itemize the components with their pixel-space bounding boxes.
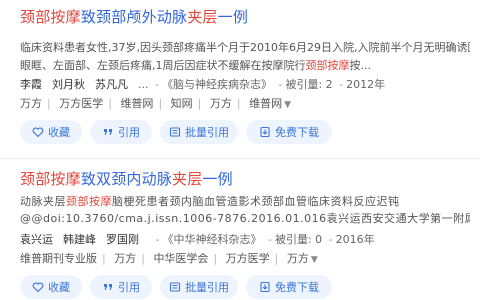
cited-count: 被引量: 2 bbox=[285, 78, 333, 91]
result-abstract: 动脉夹层颈部按摩脑梗死患者颈内脑血管造影术颈部血管临床资料反应迟钝 @@doi:… bbox=[20, 193, 470, 227]
title-text: 致双颈内动脉 bbox=[80, 170, 173, 188]
batch-icon bbox=[169, 282, 181, 292]
author-link[interactable]: 袁兴运 bbox=[20, 233, 53, 246]
abstract-line: 动脉夹层颈部按摩脑梗死患者颈内脑血管造影术颈部血管临床资料反应迟钝 bbox=[20, 193, 470, 210]
author-link[interactable]: 苏凡凡 bbox=[95, 78, 128, 91]
author-link[interactable]: 李霞 bbox=[20, 78, 42, 91]
source-link[interactable]: 万方 bbox=[287, 252, 309, 265]
result-divider bbox=[0, 158, 480, 159]
source-list: 万方 | 万方医学 | 维普网 | 知网 | 万方 | 维普网 ▼ bbox=[20, 97, 292, 110]
result-title-link[interactable]: 颈部按摩致双颈内动脉夹层一例 bbox=[20, 168, 233, 189]
batch-cite-button[interactable]: 批量引用 bbox=[160, 120, 238, 144]
abstract-text: 眼眶、左面部、左颈后疼痛,1周后因症状不缓解在按摩院行 bbox=[20, 59, 306, 72]
result-meta: 李霞 刘月秋 苏凡凡... - 《脑与神经疾病杂志》 - 被引量: 2 -2012年 bbox=[20, 78, 386, 91]
download-icon bbox=[260, 281, 270, 293]
title-highlight: 颈部按摩 bbox=[20, 8, 81, 26]
result-abstract: 临床资料患者女性,37岁,因头颈部疼痛半个月于2010年6月29日入院,入院前半… bbox=[20, 39, 470, 75]
author-link[interactable]: 罗国刚 bbox=[106, 233, 139, 246]
result-meta: 袁兴运 韩建峰 罗国刚 - 《中华神经科杂志》 - 被引量: 0 -2016年 bbox=[20, 233, 375, 246]
abstract-line: 眼眶、左面部、左颈后疼痛,1周后因症状不缓解在按摩院行颈部按摩按... bbox=[20, 57, 470, 75]
journal-link[interactable]: 《脑与神经疾病杂志》 bbox=[162, 78, 272, 91]
publish-year: 2016年 bbox=[335, 233, 375, 246]
source-link[interactable]: 万方 bbox=[20, 97, 42, 110]
batch-cite-button[interactable]: 批量引用 bbox=[160, 275, 238, 299]
author-link[interactable]: 刘月秋 bbox=[52, 78, 85, 91]
favorite-button[interactable]: 收藏 bbox=[20, 120, 82, 144]
cite-label: 引用 bbox=[118, 281, 140, 294]
result-actions: 收藏 引用 批量引用 免费下载 bbox=[20, 275, 332, 299]
source-list: 维普期刊专业版 | 万方 | 中华医学会 | 万方医学 | 万方 ▼ bbox=[20, 252, 318, 265]
quote-icon bbox=[104, 284, 112, 290]
batch-cite-label: 批量引用 bbox=[185, 126, 229, 139]
source-link[interactable]: 中华医学会 bbox=[153, 252, 208, 265]
abstract-line: 临床资料患者女性,37岁,因头颈部疼痛半个月于2010年6月29日入院,入院前半… bbox=[20, 41, 470, 54]
source-link[interactable]: 维普网 bbox=[120, 97, 153, 110]
free-download-button[interactable]: 免费下载 bbox=[246, 275, 332, 299]
title-highlight: 夹层 bbox=[187, 8, 218, 26]
chevron-down-icon[interactable]: ▼ bbox=[311, 255, 318, 265]
free-download-label: 免费下载 bbox=[275, 281, 319, 294]
abstract-highlight: 颈部按摩 bbox=[305, 59, 350, 72]
heart-icon bbox=[32, 282, 44, 293]
free-download-button[interactable]: 免费下载 bbox=[246, 120, 332, 144]
publish-year: 2012年 bbox=[346, 78, 386, 91]
favorite-label: 收藏 bbox=[48, 126, 70, 139]
source-link[interactable]: 万方医学 bbox=[226, 252, 270, 265]
result-title-link[interactable]: 颈部按摩致颈部颅外动脉夹层一例 bbox=[20, 6, 248, 27]
free-download-label: 免费下载 bbox=[275, 126, 319, 139]
abstract-text: 动脉夹层 bbox=[20, 195, 66, 208]
cite-label: 引用 bbox=[118, 126, 140, 139]
title-text: 致颈部颅外动脉 bbox=[80, 8, 188, 26]
abstract-text: 脑梗死患者颈内脑血管造影术颈部血管临床资料反应迟钝 bbox=[112, 195, 400, 208]
author-link[interactable]: 韩建峰 bbox=[63, 233, 96, 246]
cited-count: 被引量: 0 bbox=[274, 233, 323, 246]
journal-link[interactable]: 《中华神经科杂志》 bbox=[162, 233, 261, 246]
source-link[interactable]: 万方医学 bbox=[59, 97, 103, 110]
title-highlight: 夹层 bbox=[172, 170, 203, 188]
abstract-highlight: 颈部按摩 bbox=[66, 195, 112, 208]
source-link[interactable]: 万方 bbox=[114, 252, 136, 265]
download-icon bbox=[260, 126, 270, 138]
batch-cite-label: 批量引用 bbox=[185, 281, 229, 294]
source-link[interactable]: 万方 bbox=[210, 97, 232, 110]
title-highlight: 颈部按摩 bbox=[20, 170, 81, 188]
authors-more: ... bbox=[138, 78, 149, 91]
abstract-line: @@doi:10.3760/cma.j.issn.1006-7876.2016.… bbox=[20, 212, 470, 225]
chevron-down-icon[interactable]: ▼ bbox=[284, 100, 291, 110]
heart-icon bbox=[32, 127, 44, 138]
source-link[interactable]: 维普网 bbox=[249, 97, 282, 110]
cite-button[interactable]: 引用 bbox=[90, 120, 152, 144]
source-link[interactable]: 知网 bbox=[171, 97, 193, 110]
abstract-text: 按... bbox=[349, 59, 372, 72]
title-text: 一例 bbox=[217, 8, 249, 26]
quote-icon bbox=[104, 129, 112, 135]
cite-button[interactable]: 引用 bbox=[90, 275, 152, 299]
source-link[interactable]: 维普期刊专业版 bbox=[20, 252, 97, 265]
batch-icon bbox=[169, 127, 181, 137]
result-actions: 收藏 引用 批量引用 免费下载 bbox=[20, 120, 332, 144]
favorite-button[interactable]: 收藏 bbox=[20, 275, 82, 299]
favorite-label: 收藏 bbox=[48, 281, 70, 294]
title-text: 一例 bbox=[202, 170, 233, 188]
